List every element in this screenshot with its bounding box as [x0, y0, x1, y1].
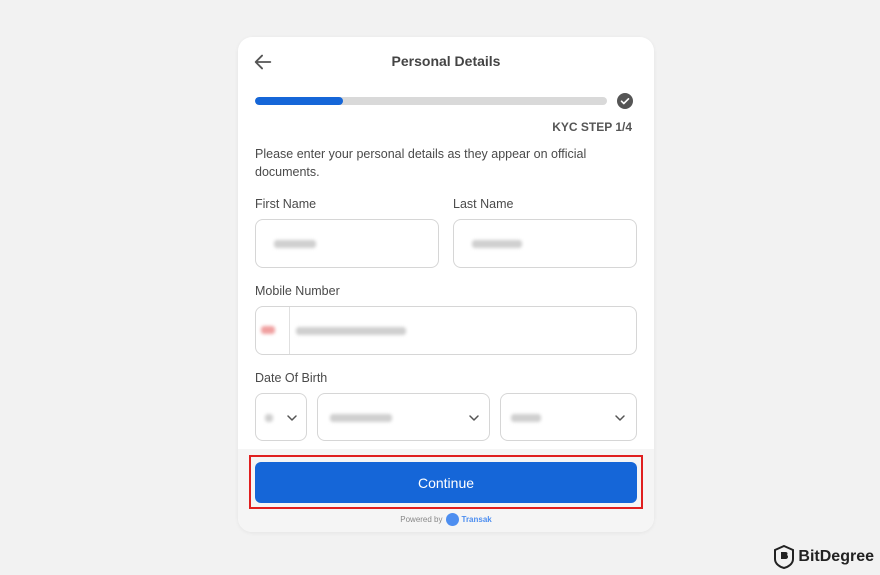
progress-fill — [255, 97, 343, 105]
check-circle-icon — [617, 93, 633, 109]
last-name-value-redacted — [472, 240, 522, 248]
mobile-value-redacted — [296, 327, 406, 335]
mobile-number-field[interactable] — [255, 306, 637, 355]
bitdegree-watermark: BitDegree — [773, 545, 874, 569]
kyc-step-label: KYC STEP 1/4 — [552, 120, 632, 134]
dob-year-value-redacted — [511, 414, 541, 422]
dob-year-select[interactable] — [500, 393, 637, 441]
continue-button[interactable]: Continue — [255, 462, 637, 503]
powered-by-label: Powered by — [400, 515, 443, 524]
mobile-number-label: Mobile Number — [255, 284, 340, 298]
chevron-down-icon — [287, 415, 297, 421]
transak-logo-icon — [445, 513, 459, 526]
dob-month-select[interactable] — [317, 393, 490, 441]
flag-icon — [261, 326, 275, 334]
dob-day-select[interactable] — [255, 393, 307, 441]
kyc-card: Personal Details KYC STEP 1/4 Please ent… — [238, 37, 654, 532]
dob-day-value-redacted — [265, 414, 273, 422]
powered-by: Powered by Transak — [238, 513, 654, 526]
first-name-label: First Name — [255, 197, 317, 211]
chevron-down-icon — [469, 415, 479, 421]
date-of-birth-label: Date Of Birth — [255, 371, 328, 385]
bitdegree-text: BitDegree — [798, 548, 874, 565]
chevron-down-icon — [615, 415, 625, 421]
bitdegree-logo-icon — [774, 545, 795, 569]
page-title: Personal Details — [391, 53, 501, 69]
transak-brand: Transak — [461, 515, 492, 524]
progress-bar — [255, 97, 607, 105]
country-code-selector[interactable] — [256, 307, 290, 354]
dob-month-value-redacted — [330, 414, 392, 422]
last-name-label: Last Name — [453, 197, 514, 211]
first-name-value-redacted — [274, 240, 316, 248]
last-name-field[interactable] — [453, 219, 637, 268]
first-name-field[interactable] — [255, 219, 439, 268]
instruction-text: Please enter your personal details as th… — [255, 147, 587, 179]
